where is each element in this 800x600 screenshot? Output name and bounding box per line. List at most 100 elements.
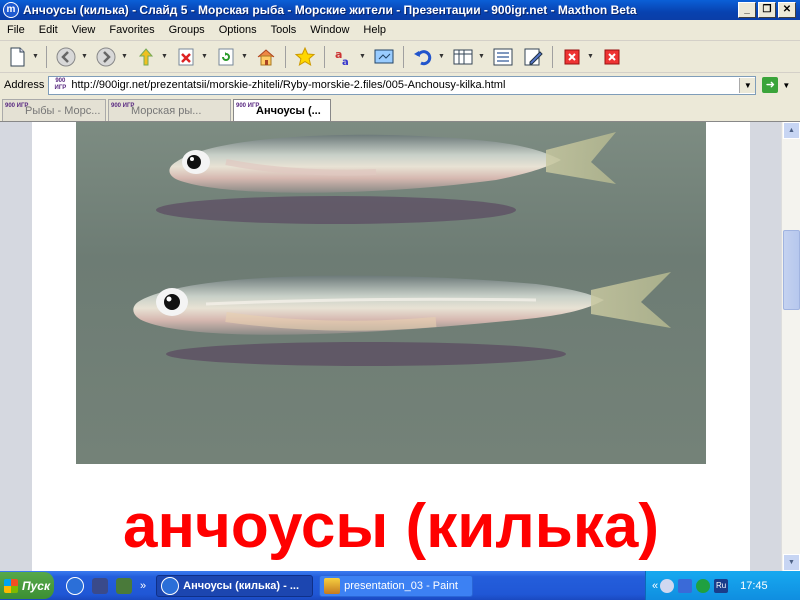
maxthon-icon <box>161 576 180 595</box>
translate-button[interactable]: aa <box>332 45 356 69</box>
address-bar: Address 900 ИГР http://900igr.net/prezen… <box>0 74 800 96</box>
screen-button[interactable] <box>372 45 396 69</box>
save-quicklaunch-icon[interactable] <box>92 577 108 594</box>
slide-caption: анчоусы (килька) <box>122 492 660 561</box>
quicklaunch-more-chevron-icon[interactable]: » <box>140 580 146 592</box>
taskbar: Пуск » Анчоусы (килька) - ... presentati… <box>0 571 800 600</box>
tray-app-icon[interactable] <box>696 578 711 593</box>
undo-button[interactable] <box>411 45 435 69</box>
address-dropdown-button[interactable]: ▼ <box>739 77 756 93</box>
page-viewport: анчоусы (килька) <box>0 122 781 571</box>
new-page-button[interactable] <box>5 45 29 69</box>
system-tray: « Ru 17:45 <box>645 571 800 600</box>
toolbar-separator <box>552 45 553 68</box>
back-icon <box>56 47 76 66</box>
close-all-icon <box>604 49 620 64</box>
up-button[interactable] <box>134 45 158 69</box>
list-icon <box>493 48 513 65</box>
forward-button[interactable] <box>94 45 118 69</box>
stop-dropdown[interactable]: ▼ <box>201 53 208 60</box>
edit-icon <box>524 48 543 65</box>
back-dropdown[interactable]: ▼ <box>81 53 88 60</box>
favorites-star-icon <box>294 46 316 66</box>
close-button[interactable]: ✕ <box>778 2 796 18</box>
window-title: Анчоусы (килька) - Слайд 5 - Морская рыб… <box>23 3 637 17</box>
address-input[interactable]: 900 ИГР http://900igr.net/prezentatsii/m… <box>48 75 757 95</box>
tab-label: Рыбы - Морс... <box>25 104 101 117</box>
go-dropdown[interactable]: ▼ <box>782 81 790 90</box>
tab-ryby-morskie[interactable]: 900 ИГР Рыбы - Морс... <box>2 99 106 121</box>
columns-button[interactable] <box>451 45 475 69</box>
forward-dropdown[interactable]: ▼ <box>121 53 128 60</box>
windows-logo-icon <box>4 578 18 593</box>
close-all-button[interactable] <box>600 45 624 69</box>
scroll-thumb[interactable] <box>783 230 800 310</box>
menu-window[interactable]: Window <box>303 24 356 36</box>
close-tab-button[interactable] <box>560 45 584 69</box>
clock[interactable]: 17:45 <box>740 580 768 592</box>
minimize-button[interactable]: _ <box>738 2 756 18</box>
up-dropdown[interactable]: ▼ <box>161 53 168 60</box>
list-button[interactable] <box>491 45 515 69</box>
tray-collapse-chevron-icon[interactable]: « <box>652 580 658 592</box>
home-button[interactable] <box>254 45 278 69</box>
screen-icon <box>374 49 394 63</box>
menu-groups[interactable]: Groups <box>162 24 212 36</box>
vertical-scrollbar[interactable]: ▲ ▼ <box>781 122 800 571</box>
start-button[interactable]: Пуск <box>0 572 54 599</box>
site-favicon-icon: 900 ИГР <box>111 103 135 109</box>
tab-label: Морская ры... <box>131 104 202 117</box>
close-tab-dropdown[interactable]: ▼ <box>587 53 594 60</box>
anchovy-photo <box>76 122 706 464</box>
new-page-dropdown[interactable]: ▼ <box>32 53 39 60</box>
scroll-up-arrow-icon[interactable]: ▲ <box>783 122 800 139</box>
translate-dropdown[interactable]: ▼ <box>359 53 366 60</box>
title-bar: m Анчоусы (килька) - Слайд 5 - Морская р… <box>0 0 800 20</box>
maxthon-quicklaunch-icon[interactable] <box>66 576 84 595</box>
taskbar-item-paint[interactable]: presentation_03 - Paint <box>319 574 474 597</box>
maxthon-app-icon[interactable]: m <box>3 2 19 18</box>
go-button[interactable]: ➜ <box>762 77 779 93</box>
back-button[interactable] <box>54 45 78 69</box>
taskbar-item-maxthon[interactable]: Анчоусы (килька) - ... <box>156 574 314 597</box>
up-icon <box>138 47 154 65</box>
taskbar-item-label: presentation_03 - Paint <box>344 579 458 592</box>
network-icon[interactable] <box>678 578 693 593</box>
address-url[interactable]: http://900igr.net/prezentatsii/morskie-z… <box>71 79 739 91</box>
menu-tools[interactable]: Tools <box>264 24 304 36</box>
toolbar-separator <box>403 45 404 68</box>
volume-icon[interactable] <box>660 578 675 593</box>
refresh-dropdown[interactable]: ▼ <box>241 53 248 60</box>
undo-dropdown[interactable]: ▼ <box>438 53 445 60</box>
new-page-icon <box>10 47 25 66</box>
scroll-down-arrow-icon[interactable]: ▼ <box>783 554 800 571</box>
image-quicklaunch-icon[interactable] <box>116 577 132 594</box>
tab-morskaya-ryba[interactable]: 900 ИГР Морская ры... <box>108 99 231 121</box>
tab-anchousy[interactable]: 900 ИГР Анчоусы (... <box>233 99 331 121</box>
stop-button[interactable] <box>174 45 198 69</box>
menu-file[interactable]: File <box>0 24 32 36</box>
menu-edit[interactable]: Edit <box>32 24 65 36</box>
columns-dropdown[interactable]: ▼ <box>478 53 485 60</box>
menu-favorites[interactable]: Favorites <box>102 24 161 36</box>
site-favicon-icon: 900 ИГР <box>236 103 260 109</box>
menu-options[interactable]: Options <box>212 24 264 36</box>
refresh-button[interactable] <box>214 45 238 69</box>
menu-view[interactable]: View <box>65 24 103 36</box>
toolbar-separator <box>285 45 286 68</box>
site-favicon-icon: 900 ИГР <box>5 103 29 109</box>
toolbar-separator <box>46 45 47 68</box>
site-favicon-icon: 900 ИГР <box>54 77 67 91</box>
keyboard-layout-icon[interactable]: Ru <box>714 578 729 593</box>
menu-bar: File Edit View Favorites Groups Options … <box>0 20 800 41</box>
tab-label: Анчоусы (... <box>256 104 321 117</box>
edit-button[interactable] <box>521 45 545 69</box>
menu-help[interactable]: Help <box>356 24 393 36</box>
home-icon <box>257 48 275 65</box>
slide-page: анчоусы (килька) <box>32 122 750 571</box>
maximize-button[interactable]: ❐ <box>758 2 776 18</box>
translate-icon: aa <box>335 48 349 68</box>
favorites-button[interactable] <box>293 45 317 69</box>
forward-icon <box>96 47 116 66</box>
toolbar-separator <box>324 45 325 68</box>
